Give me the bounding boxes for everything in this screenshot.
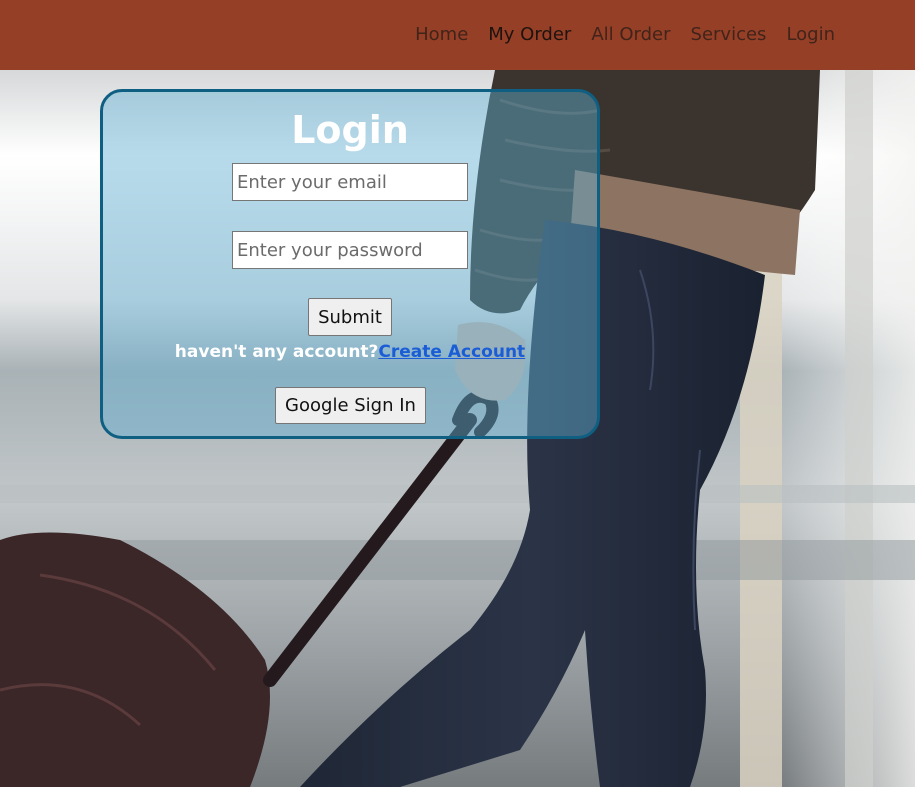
nav-menu: Home My Order All Order Services Login	[415, 24, 835, 45]
password-input[interactable]	[232, 231, 468, 269]
nav-services-link[interactable]: Services	[691, 24, 767, 45]
create-account-row: haven't any account?Create Account	[103, 342, 597, 362]
no-account-text: haven't any account?	[174, 342, 379, 362]
nav-home-link[interactable]: Home	[415, 24, 468, 45]
create-account-link[interactable]: Create Account	[378, 342, 525, 362]
nav-my-order-link[interactable]: My Order	[488, 24, 571, 45]
google-sign-in-button[interactable]: Google Sign In	[275, 387, 426, 424]
navbar: Home My Order All Order Services Login	[0, 0, 915, 70]
nav-login-link[interactable]: Login	[786, 24, 835, 45]
login-card: Login Submit haven't any account?Create …	[100, 89, 600, 439]
email-input[interactable]	[232, 163, 468, 201]
login-title: Login	[291, 108, 409, 152]
nav-all-order-link[interactable]: All Order	[591, 24, 670, 45]
submit-button[interactable]: Submit	[308, 298, 392, 336]
